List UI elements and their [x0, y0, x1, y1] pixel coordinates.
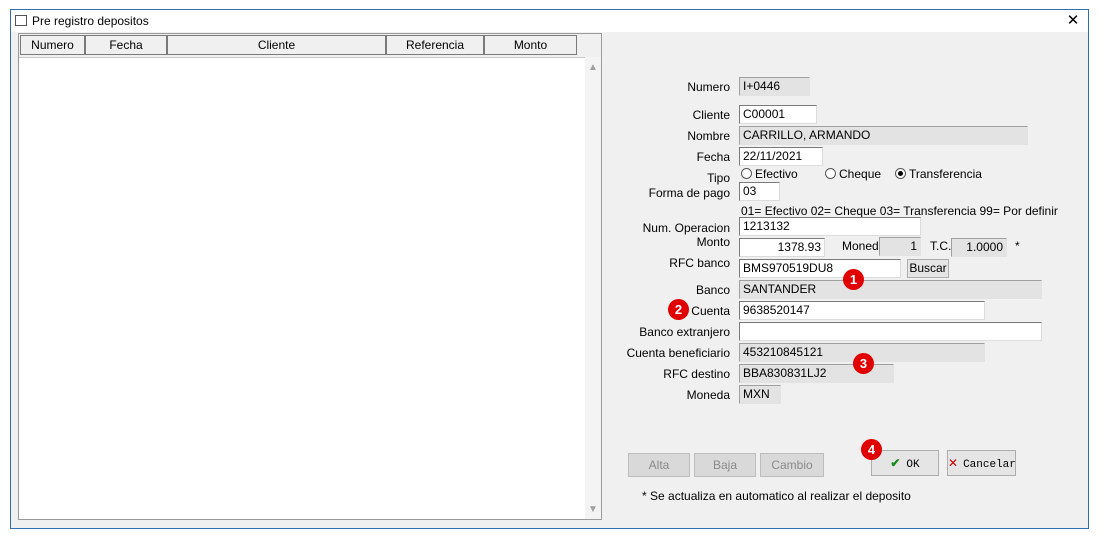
banco-label: Banco	[695, 283, 730, 297]
alta-button[interactable]: Alta	[628, 453, 690, 477]
radio-dot	[741, 168, 752, 179]
annotation-marker-3: 3	[853, 353, 874, 374]
column-cliente[interactable]: Cliente	[167, 35, 386, 55]
tc-note: *	[1015, 239, 1020, 253]
buscar-button[interactable]: Buscar	[907, 259, 949, 278]
scroll-up-icon[interactable]: ▲	[588, 63, 598, 73]
close-icon[interactable]: ✕	[1064, 12, 1082, 30]
column-monto[interactable]: Monto	[484, 35, 577, 55]
cambio-button[interactable]: Cambio	[760, 453, 824, 477]
column-numero[interactable]: Numero	[20, 35, 85, 55]
annotation-marker-2: 2	[668, 299, 689, 320]
radio-efectivo[interactable]: Efectivo	[741, 167, 798, 181]
ok-button[interactable]: ✔ OK	[871, 450, 939, 476]
radio-dot	[825, 168, 836, 179]
grid-header: Numero Fecha Cliente Referencia Monto	[19, 34, 601, 58]
monto-label: Monto	[696, 235, 730, 249]
cuenta-beneficiario-label: Cuenta beneficiario	[626, 346, 730, 360]
annotation-marker-4: 4	[861, 439, 882, 460]
forma-pago-input[interactable]: 03	[739, 182, 780, 201]
column-referencia[interactable]: Referencia	[386, 35, 484, 55]
grid-scrollbar[interactable]: ▲ ▼	[585, 57, 601, 519]
cliente-label: Cliente	[692, 108, 730, 122]
radio-transferencia[interactable]: Transferencia	[895, 167, 982, 181]
banco-field: SANTANDER	[739, 280, 1042, 299]
column-fecha[interactable]: Fecha	[85, 35, 167, 55]
fecha-label: Fecha	[696, 150, 730, 164]
rfc-banco-label: RFC banco	[669, 256, 730, 270]
forma-pago-label: Forma de pago	[648, 186, 730, 200]
tipo-label: Tipo	[707, 171, 730, 185]
footnote: * Se actualiza en automatico al realizar…	[642, 489, 911, 503]
scroll-down-icon[interactable]: ▼	[588, 505, 598, 515]
nombre-label: Nombre	[687, 129, 730, 143]
cancelar-button[interactable]: ✕ Cancelar	[947, 450, 1016, 476]
baja-button[interactable]: Baja	[694, 453, 756, 477]
forma-pago-hint: 01= Efectivo 02= Cheque 03= Transferenci…	[741, 204, 1058, 218]
window-title: Pre registro depositos	[32, 14, 149, 28]
moneda-label: Moneda	[686, 388, 730, 402]
numero-label: Numero	[687, 80, 730, 94]
pre-registro-window: Pre registro depositos ✕ Numero Fecha Cl…	[10, 9, 1089, 529]
banco-extranjero-label: Banco extranjero	[639, 325, 730, 339]
rfc-destino-label: RFC destino	[663, 367, 730, 381]
fecha-input[interactable]: 22/11/2021	[739, 147, 823, 166]
nombre-field: CARRILLO, ARMANDO	[739, 126, 1028, 145]
moneda-num-label: Moned	[842, 239, 879, 253]
tc-label: T.C.	[930, 239, 952, 253]
window-icon	[15, 15, 27, 26]
rfc-banco-input[interactable]: BMS970519DU8	[739, 259, 901, 278]
num-operacion-input[interactable]: 1213132	[739, 217, 921, 236]
tc-field: 1.0000	[951, 238, 1007, 257]
annotation-marker-1: 1	[843, 269, 864, 290]
moneda-field: MXN	[739, 385, 781, 404]
cancel-x-icon: ✕	[948, 456, 959, 470]
cuenta-label: Cuenta	[691, 304, 730, 318]
radio-dot-selected	[895, 168, 906, 179]
num-operacion-label: Num. Operacion	[642, 221, 730, 235]
cuenta-input[interactable]: 9638520147	[739, 301, 985, 320]
moneda-num-field: 1	[879, 237, 921, 256]
numero-field: I+0446	[739, 77, 810, 96]
title-bar: Pre registro depositos ✕	[11, 10, 1088, 32]
monto-input[interactable]: 1378.93	[739, 238, 825, 257]
banco-extranjero-input[interactable]	[739, 322, 1042, 341]
check-icon: ✔	[890, 456, 901, 470]
depositos-grid[interactable]: Numero Fecha Cliente Referencia Monto ▲ …	[18, 33, 602, 520]
radio-cheque[interactable]: Cheque	[825, 167, 881, 181]
cliente-input[interactable]: C00001	[739, 105, 817, 124]
